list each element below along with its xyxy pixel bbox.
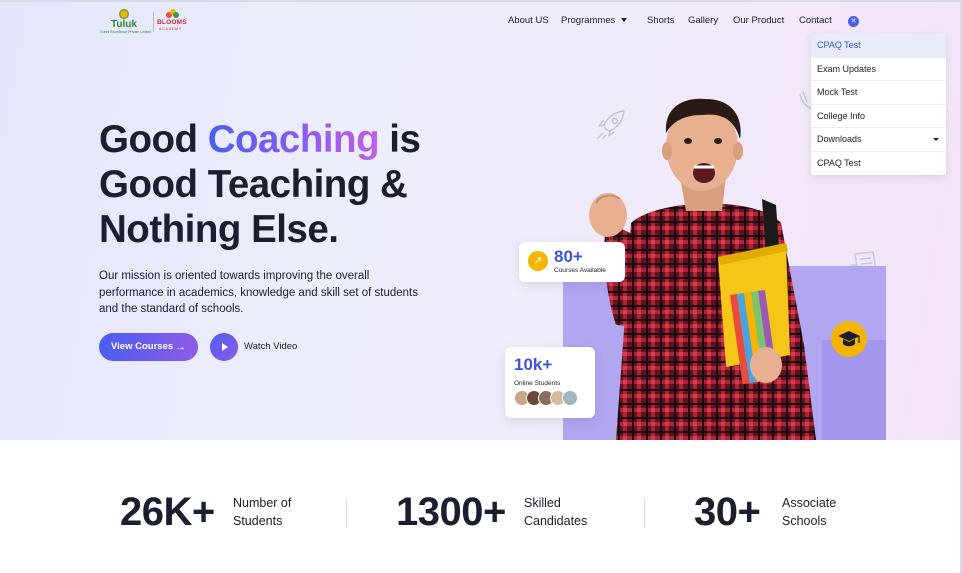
dropdown-item-downloads-label: Downloads (817, 134, 862, 144)
blooms-logo[interactable]: BLOOMS ACADEMY (157, 9, 189, 35)
nav-gallery[interactable]: Gallery (688, 15, 718, 29)
students-stat-card: 10k+ Online Students (505, 347, 595, 418)
stat-value: 26K+ (120, 490, 215, 534)
caret-down-icon (933, 138, 939, 141)
hero-section: Tuluk Gunni Excellence Private Limited B… (0, 0, 962, 440)
sun-logo-icon (119, 9, 129, 19)
hero-title-start: Good (99, 118, 208, 161)
stat-candidates: 1300+ Skilled Candidates (396, 488, 616, 538)
stat-label-line-1: Associate (782, 496, 837, 510)
dropdown-item-downloads[interactable]: Downloads (811, 128, 946, 152)
dropdown-item-college-info[interactable]: College Info (811, 105, 946, 128)
nav-programmes-label: Programmes (561, 15, 616, 26)
students-count: 10k+ (514, 355, 553, 374)
stat-label-line-1: Skilled (524, 496, 561, 510)
nav-programmes[interactable]: Programmes (561, 15, 628, 29)
view-courses-label: View Courses (111, 341, 174, 352)
stat-label-line-1: Number of (233, 496, 292, 510)
mission-text: Our mission is oriented towards improvin… (99, 270, 418, 315)
watch-video-link[interactable]: Watch Video (244, 341, 297, 352)
students-label: Online Students (514, 380, 561, 387)
nav-shorts[interactable]: Shorts (647, 15, 674, 29)
dropdown-item-cpaq-test[interactable]: CPAQ Test (811, 34, 946, 58)
hero-title-highlight: Coaching (207, 118, 380, 161)
programmes-dropdown: CPAQ Test Exam Updates Mock Test College… (811, 34, 946, 175)
close-icon[interactable]: ✕ (848, 16, 859, 27)
graduation-cap-icon (838, 331, 860, 347)
hero-title-end: is (379, 118, 421, 161)
caret-down-icon (621, 18, 628, 23)
stat-divider (346, 498, 347, 528)
flower-logo-icon (166, 9, 179, 19)
courses-count: 80+ (554, 247, 583, 266)
hero-title-line-2: Good Teaching & (99, 163, 408, 206)
stat-label-line-2: Candidates (524, 514, 588, 528)
hero-title-line-3: Nothing Else. (99, 208, 339, 251)
stat-divider (644, 498, 645, 528)
courses-label: Courses Available (554, 267, 606, 274)
avatar (562, 390, 578, 406)
top-border (0, 0, 962, 2)
tuluk-logo[interactable]: Tuluk Gunni Excellence Private Limited (100, 9, 151, 35)
arrow-right-icon: → (175, 341, 186, 353)
dropdown-item-mock-test[interactable]: Mock Test (811, 81, 946, 105)
graduation-cap-badge (831, 321, 867, 357)
stat-value: 1300+ (396, 490, 506, 534)
stat-label-line-2: Schools (782, 514, 827, 528)
stat-value: 30+ (694, 490, 761, 534)
view-courses-button[interactable]: View Courses → (99, 333, 198, 361)
courses-stat-card: ↗ 80+ Courses Available (519, 242, 625, 282)
dropdown-item-exam-updates[interactable]: Exam Updates (811, 58, 946, 81)
stat-students: 26K+ Number of Students (120, 488, 320, 538)
stat-label-line-2: Students (233, 514, 283, 528)
nav-our-product[interactable]: Our Product (733, 15, 784, 29)
logo-divider (153, 12, 154, 32)
arrow-up-right-icon: ↗ (528, 251, 548, 271)
nav-about-us[interactable]: About US (508, 15, 549, 29)
student-avatars (514, 390, 586, 410)
hero-title-line-1: Good Coaching is (99, 118, 421, 162)
play-icon[interactable] (210, 333, 238, 361)
stat-schools: 30+ Associate Schools (694, 488, 864, 538)
nav-contact[interactable]: Contact (799, 15, 832, 29)
dropdown-item-cpaq-test-2[interactable]: CPAQ Test (811, 152, 946, 176)
